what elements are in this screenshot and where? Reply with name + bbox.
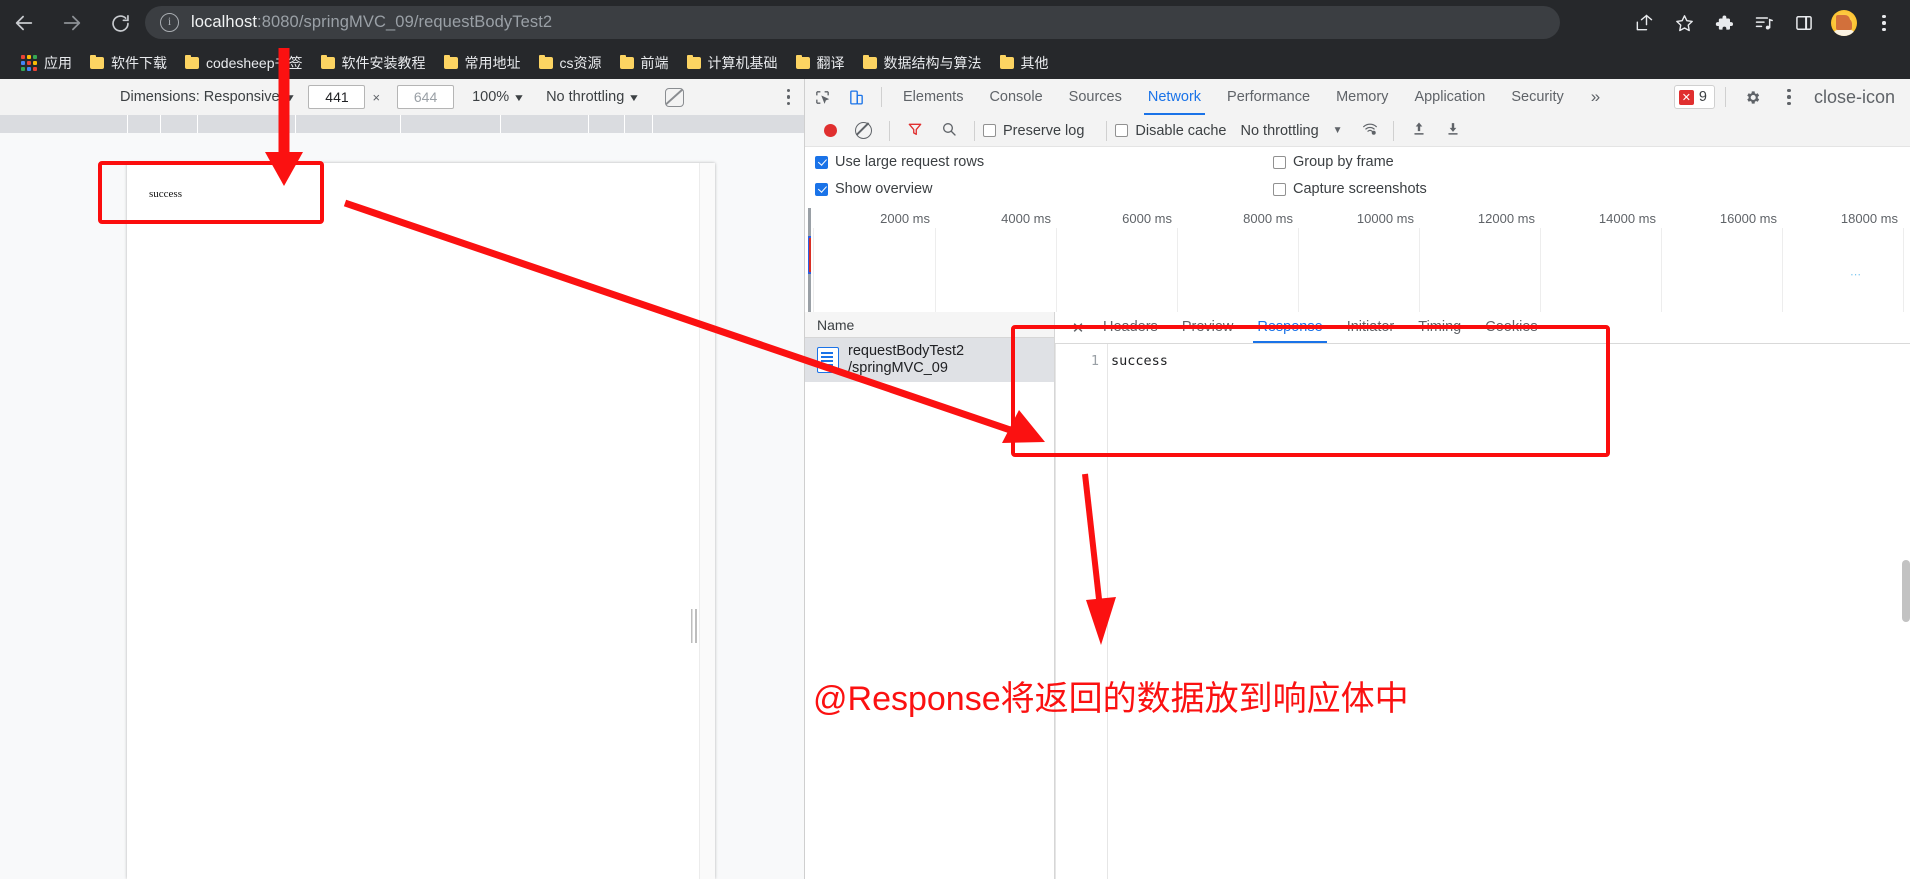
annotation-arrows — [265, 48, 1116, 645]
screenshot-root: i localhost:8080/springMVC_09/requestBod… — [0, 0, 1910, 879]
